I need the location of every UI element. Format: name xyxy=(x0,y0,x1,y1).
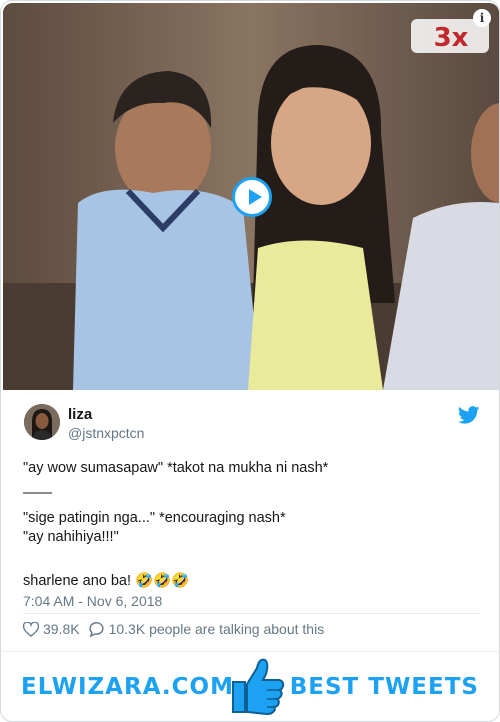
tweet-line: —— xyxy=(23,485,52,501)
tagline: BEST TWEETS xyxy=(289,674,479,700)
tweet-card: 3x i liza @jstnxpctcn "ay wow sumasapaw"… xyxy=(0,0,500,722)
info-icon[interactable]: i xyxy=(473,9,491,27)
tweet-line: "ay nahihiya!!!" xyxy=(23,529,119,545)
avatar[interactable] xyxy=(24,404,60,440)
svg-text:3x: 3x xyxy=(434,23,469,53)
footer-banner: ELWIZARA.COM BEST TWEETS xyxy=(3,651,499,719)
tweet-line: sharlene ano ba! 🤣🤣🤣 xyxy=(23,573,190,589)
twitter-bird-icon[interactable] xyxy=(458,406,480,424)
author-handle[interactable]: @jstnxpctcn xyxy=(68,425,144,441)
like-button[interactable]: 39.8K xyxy=(23,621,80,637)
heart-icon xyxy=(23,621,39,637)
play-icon xyxy=(249,189,262,205)
tweet-line xyxy=(23,547,479,566)
play-button[interactable] xyxy=(232,177,272,217)
tweet-actions: 39.8K 10.3K people are talking about thi… xyxy=(23,619,324,639)
divider xyxy=(23,613,479,614)
tweet-header: liza @jstnxpctcn xyxy=(24,404,480,444)
site-name[interactable]: ELWIZARA.COM xyxy=(21,674,234,700)
tweet-body: "ay wow sumasapaw" *takot na mukha ni na… xyxy=(23,459,479,591)
video-player[interactable]: 3x i xyxy=(3,3,499,390)
replies-button[interactable]: 10.3K people are talking about this xyxy=(88,621,325,637)
author-name[interactable]: liza xyxy=(68,406,92,423)
thumbs-up-icon xyxy=(232,658,285,716)
like-count: 39.8K xyxy=(43,621,80,637)
tweet-line: "sige patingin nga..." *encouraging nash… xyxy=(23,510,286,526)
speech-bubble-icon xyxy=(89,622,104,637)
tweet-line: "ay wow sumasapaw" *takot na mukha ni na… xyxy=(23,460,329,476)
tweet-timestamp[interactable]: 7:04 AM - Nov 6, 2018 xyxy=(23,593,162,609)
replies-text: 10.3K people are talking about this xyxy=(108,621,325,637)
